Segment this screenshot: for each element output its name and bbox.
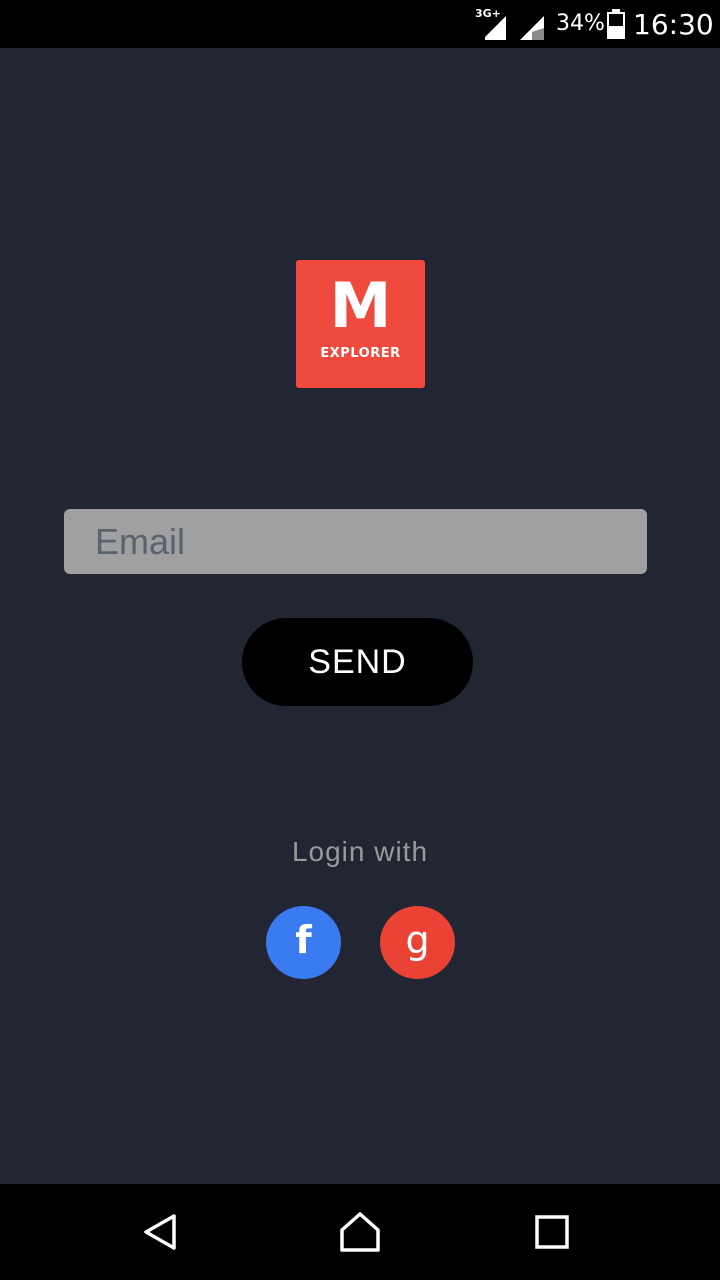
clock: 16:30 xyxy=(633,8,714,41)
send-button[interactable]: SEND xyxy=(242,618,473,706)
facebook-login-button[interactable]: f xyxy=(266,906,341,979)
battery-icon xyxy=(607,9,625,39)
signal-icon xyxy=(520,16,544,40)
login-with-label: Login with xyxy=(291,836,429,867)
navigation-bar xyxy=(0,1184,720,1280)
logo-letter: M xyxy=(329,269,392,342)
home-icon[interactable] xyxy=(338,1210,382,1254)
logo-word: EXPLORER xyxy=(320,346,401,361)
status-bar: 3G+ 34% 16:30 xyxy=(0,0,720,48)
battery-percent: 34% xyxy=(556,11,605,36)
google-icon: g xyxy=(405,918,430,962)
signal-icon xyxy=(482,16,506,40)
google-login-button[interactable]: g xyxy=(380,906,455,979)
recent-apps-icon[interactable] xyxy=(530,1210,574,1254)
back-icon[interactable] xyxy=(138,1210,182,1254)
email-field[interactable] xyxy=(64,509,647,574)
facebook-icon: f xyxy=(295,918,312,962)
login-screen: 3G+ 34% 16:30 M EXPLORER SEND Login with… xyxy=(0,0,720,1280)
app-logo: M EXPLORER xyxy=(296,260,425,388)
